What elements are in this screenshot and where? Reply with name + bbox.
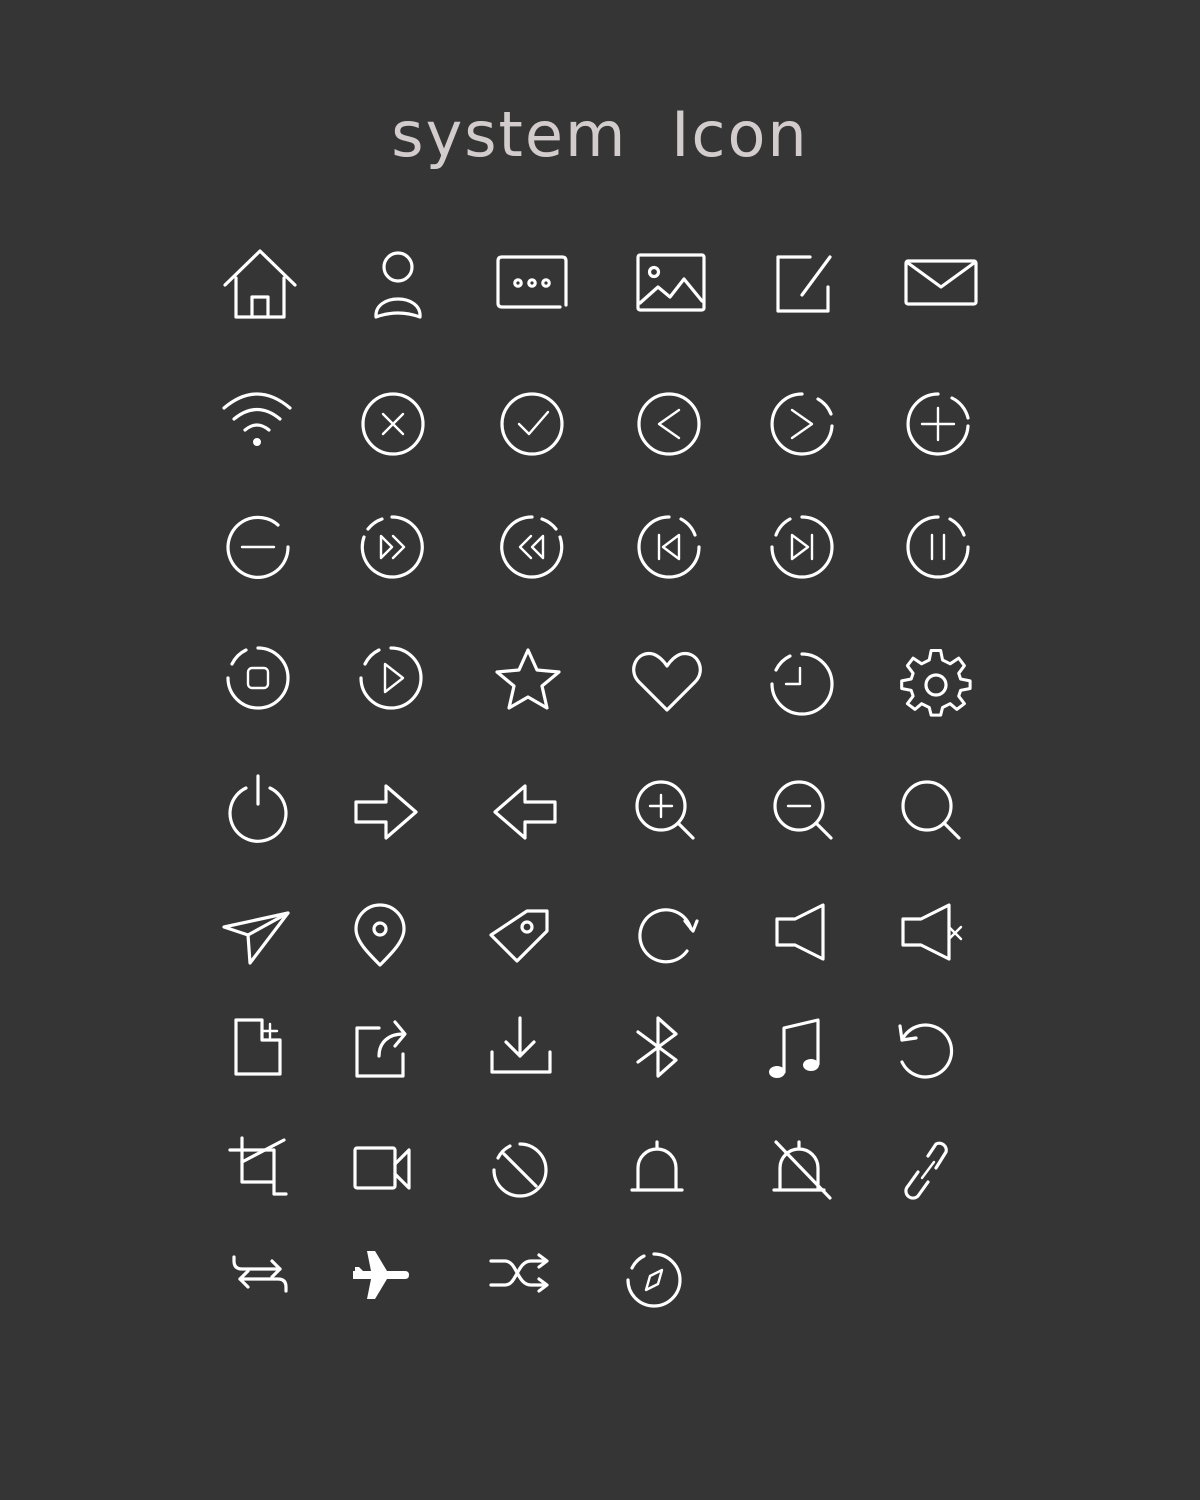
shuffle-icon <box>485 1235 565 1315</box>
chevron-right-circle-icon <box>762 382 842 462</box>
home-icon <box>220 245 300 325</box>
power-icon <box>218 770 298 850</box>
send-icon <box>218 895 298 975</box>
arrow-left-icon <box>487 770 567 850</box>
icon-sheet: system Icon <box>0 0 1200 1500</box>
volume-icon <box>765 895 845 975</box>
location-pin-icon <box>340 895 420 975</box>
refresh-icon <box>627 895 707 975</box>
message-more-icon <box>494 245 574 325</box>
edit-icon <box>770 245 850 325</box>
check-circle-icon <box>492 382 572 462</box>
new-file-icon <box>218 1010 298 1090</box>
zoom-out-icon <box>765 770 845 850</box>
fast-forward-circle-icon <box>352 507 432 587</box>
chevron-left-circle-icon <box>629 382 709 462</box>
download-icon <box>484 1010 564 1090</box>
star-icon <box>488 638 568 718</box>
tag-icon <box>483 895 563 975</box>
wifi-icon <box>218 382 298 462</box>
page-title: system Icon <box>391 98 809 171</box>
bluetooth-icon <box>618 1010 698 1090</box>
gear-icon <box>896 645 976 725</box>
crop-icon <box>218 1130 298 1210</box>
airplane-icon <box>345 1235 425 1315</box>
link-icon <box>890 1130 970 1210</box>
clock-icon <box>762 638 842 718</box>
arrow-right-icon <box>350 770 430 850</box>
pause-circle-icon <box>898 507 978 587</box>
repeat-icon <box>220 1235 300 1315</box>
stop-circle-icon <box>218 638 298 718</box>
user-icon <box>358 245 438 325</box>
heart-icon <box>627 638 707 718</box>
close-circle-icon <box>353 382 433 462</box>
block-icon <box>480 1130 560 1210</box>
search-icon <box>893 770 973 850</box>
share-icon <box>345 1010 425 1090</box>
bell-off-icon <box>762 1130 842 1210</box>
compass-icon <box>614 1240 694 1320</box>
volume-mute-icon <box>893 895 973 975</box>
rewind-circle-icon <box>492 507 572 587</box>
bell-icon <box>618 1130 698 1210</box>
music-note-icon <box>762 1010 842 1090</box>
zoom-in-icon <box>627 770 707 850</box>
skip-back-circle-icon <box>629 507 709 587</box>
undo-icon <box>886 1010 966 1090</box>
plus-circle-icon <box>898 382 978 462</box>
play-circle-icon <box>351 638 431 718</box>
skip-forward-circle-icon <box>762 507 842 587</box>
image-icon <box>632 245 712 325</box>
mail-icon <box>900 245 980 325</box>
minus-circle-icon <box>218 507 298 587</box>
video-camera-icon <box>345 1130 425 1210</box>
